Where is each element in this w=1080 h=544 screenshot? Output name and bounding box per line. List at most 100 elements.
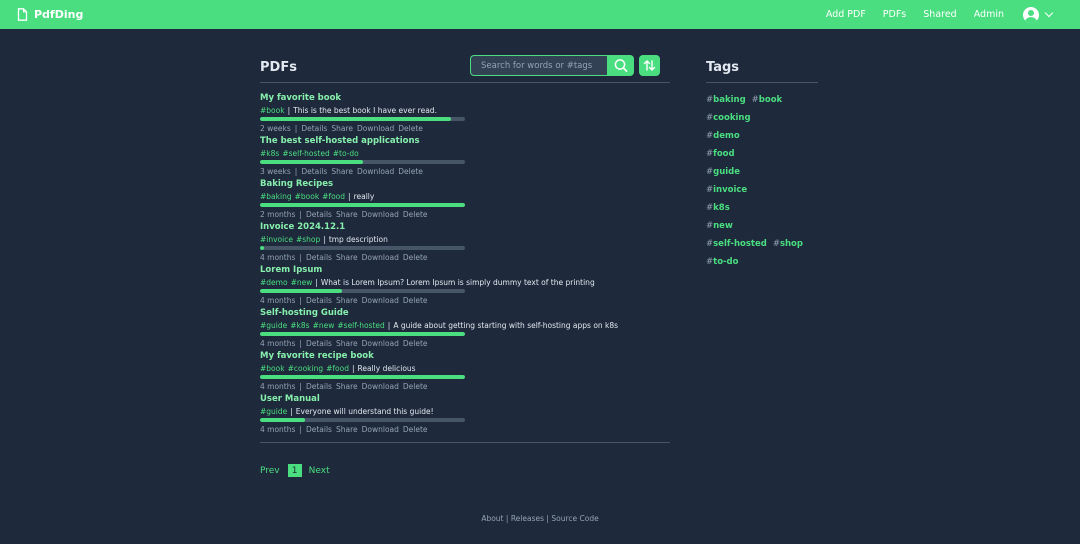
pdf-tag[interactable]: #book (260, 106, 285, 115)
details-link[interactable]: Details (306, 253, 332, 262)
download-link[interactable]: Download (362, 382, 399, 391)
share-link[interactable]: Share (336, 296, 358, 305)
pdf-tag[interactable]: #self-hosted (282, 149, 329, 158)
pdf-title[interactable]: My favorite book (260, 93, 341, 103)
details-link[interactable]: Details (306, 382, 332, 391)
sidebar-tag-invoice[interactable]: #invoice (706, 185, 747, 195)
delete-link[interactable]: Delete (403, 296, 428, 305)
delete-link[interactable]: Delete (398, 124, 423, 133)
user-menu[interactable] (1023, 6, 1054, 23)
pdf-tag[interactable]: #invoice (260, 235, 293, 244)
delete-link[interactable]: Delete (403, 210, 428, 219)
sidebar-tag-self-hosted[interactable]: #self-hosted (706, 239, 767, 249)
current-page[interactable]: 1 (287, 464, 302, 477)
reading-progress-fill (260, 332, 465, 336)
download-link[interactable]: Download (362, 425, 399, 434)
details-link[interactable]: Details (306, 425, 332, 434)
nav-shared[interactable]: Shared (923, 9, 956, 20)
reading-progress-bar (260, 418, 465, 422)
details-link[interactable]: Details (306, 296, 332, 305)
share-link[interactable]: Share (331, 167, 353, 176)
nav-add-pdf[interactable]: Add PDF (826, 9, 866, 20)
pdf-tag[interactable]: #new (313, 321, 335, 330)
pdf-title[interactable]: User Manual (260, 394, 320, 404)
download-link[interactable]: Download (357, 167, 394, 176)
sidebar-tag-guide[interactable]: #guide (706, 167, 740, 177)
sidebar-tag-to-do[interactable]: #to-do (706, 257, 738, 267)
pdf-tag[interactable]: #k8s (290, 321, 309, 330)
delete-link[interactable]: Delete (403, 382, 428, 391)
details-link[interactable]: Details (301, 167, 327, 176)
search-button[interactable] (608, 55, 634, 76)
share-link[interactable]: Share (336, 425, 358, 434)
pdf-tag[interactable]: #book (295, 192, 320, 201)
pdf-title[interactable]: Self-hosting Guide (260, 308, 349, 318)
delete-link[interactable]: Delete (403, 425, 428, 434)
brand[interactable]: PdfDing (17, 0, 83, 29)
share-link[interactable]: Share (331, 124, 353, 133)
pdf-title[interactable]: The best self-hosted applications (260, 136, 420, 146)
pdf-tag[interactable]: #to-do (333, 149, 359, 158)
details-link[interactable]: Details (306, 210, 332, 219)
share-link[interactable]: Share (336, 253, 358, 262)
download-link[interactable]: Download (362, 210, 399, 219)
download-link[interactable]: Download (357, 124, 394, 133)
pdf-age: 4 months (260, 382, 296, 391)
reading-progress-bar (260, 117, 465, 121)
search-input[interactable] (470, 55, 608, 76)
pdf-tag[interactable]: #k8s (260, 149, 279, 158)
sidebar-tag-baking[interactable]: #baking (706, 95, 746, 105)
nav-pdfs[interactable]: PDFs (883, 9, 906, 20)
details-link[interactable]: Details (301, 124, 327, 133)
tag-list: #baking #book #cooking #demo #food #guide #inv… (706, 95, 809, 275)
prev-page-link[interactable]: Prev (260, 466, 280, 476)
pdf-title[interactable]: Baking Recipes (260, 179, 333, 189)
pdf-meta: #baking #book #food | really (260, 192, 374, 201)
share-link[interactable]: Share (336, 210, 358, 219)
details-link[interactable]: Details (306, 339, 332, 348)
pdf-tag[interactable]: #demo (260, 278, 288, 287)
reading-progress-bar (260, 160, 465, 164)
delete-link[interactable]: Delete (403, 339, 428, 348)
pdf-title[interactable]: Invoice 2024.12.1 (260, 222, 345, 232)
sidebar-tag-shop[interactable]: #shop (773, 239, 803, 249)
sidebar-tag-label: guide (713, 167, 741, 177)
delete-link[interactable]: Delete (398, 167, 423, 176)
pdf-tag[interactable]: #book (260, 364, 285, 373)
pdf-title[interactable]: My favorite recipe book (260, 351, 374, 361)
sidebar-tag-cooking[interactable]: #cooking (706, 113, 751, 123)
pdf-tag[interactable]: #cooking (288, 364, 324, 373)
share-link[interactable]: Share (336, 339, 358, 348)
pdf-meta: #book #cooking #food | Really delicious (260, 364, 416, 373)
download-link[interactable]: Download (362, 253, 399, 262)
sidebar-tag-demo[interactable]: #demo (706, 131, 740, 141)
pdf-tag[interactable]: #baking (260, 192, 292, 201)
tag-row: #cooking (706, 113, 809, 131)
sidebar-tag-food[interactable]: #food (706, 149, 735, 159)
tag-row: #invoice (706, 185, 809, 203)
download-link[interactable]: Download (362, 339, 399, 348)
delete-link[interactable]: Delete (403, 253, 428, 262)
sidebar-tag-k8s[interactable]: #k8s (706, 203, 730, 213)
pdf-age: 4 months (260, 296, 296, 305)
tag-row: #to-do (706, 257, 809, 275)
footer-about-link[interactable]: About (481, 514, 503, 523)
pdf-tag[interactable]: #shop (296, 235, 320, 244)
pdf-tag[interactable]: #food (326, 364, 349, 373)
sort-button[interactable] (639, 55, 660, 76)
pdf-tag[interactable]: #guide (260, 321, 287, 330)
share-link[interactable]: Share (336, 382, 358, 391)
footer-releases-link[interactable]: Releases (511, 514, 544, 523)
actions-separator: | (299, 210, 302, 219)
footer-source-code-link[interactable]: Source Code (551, 514, 598, 523)
sidebar-tag-new[interactable]: #new (706, 221, 733, 231)
download-link[interactable]: Download (362, 296, 399, 305)
pdf-tag[interactable]: #self-hosted (337, 321, 384, 330)
pdf-tag[interactable]: #new (291, 278, 313, 287)
next-page-link[interactable]: Next (309, 466, 330, 476)
pdf-tag[interactable]: #guide (260, 407, 287, 416)
nav-admin[interactable]: Admin (974, 9, 1004, 20)
pdf-title[interactable]: Lorem Ipsum (260, 265, 322, 275)
pdf-tag[interactable]: #food (322, 192, 345, 201)
sidebar-tag-book[interactable]: #book (752, 95, 783, 105)
